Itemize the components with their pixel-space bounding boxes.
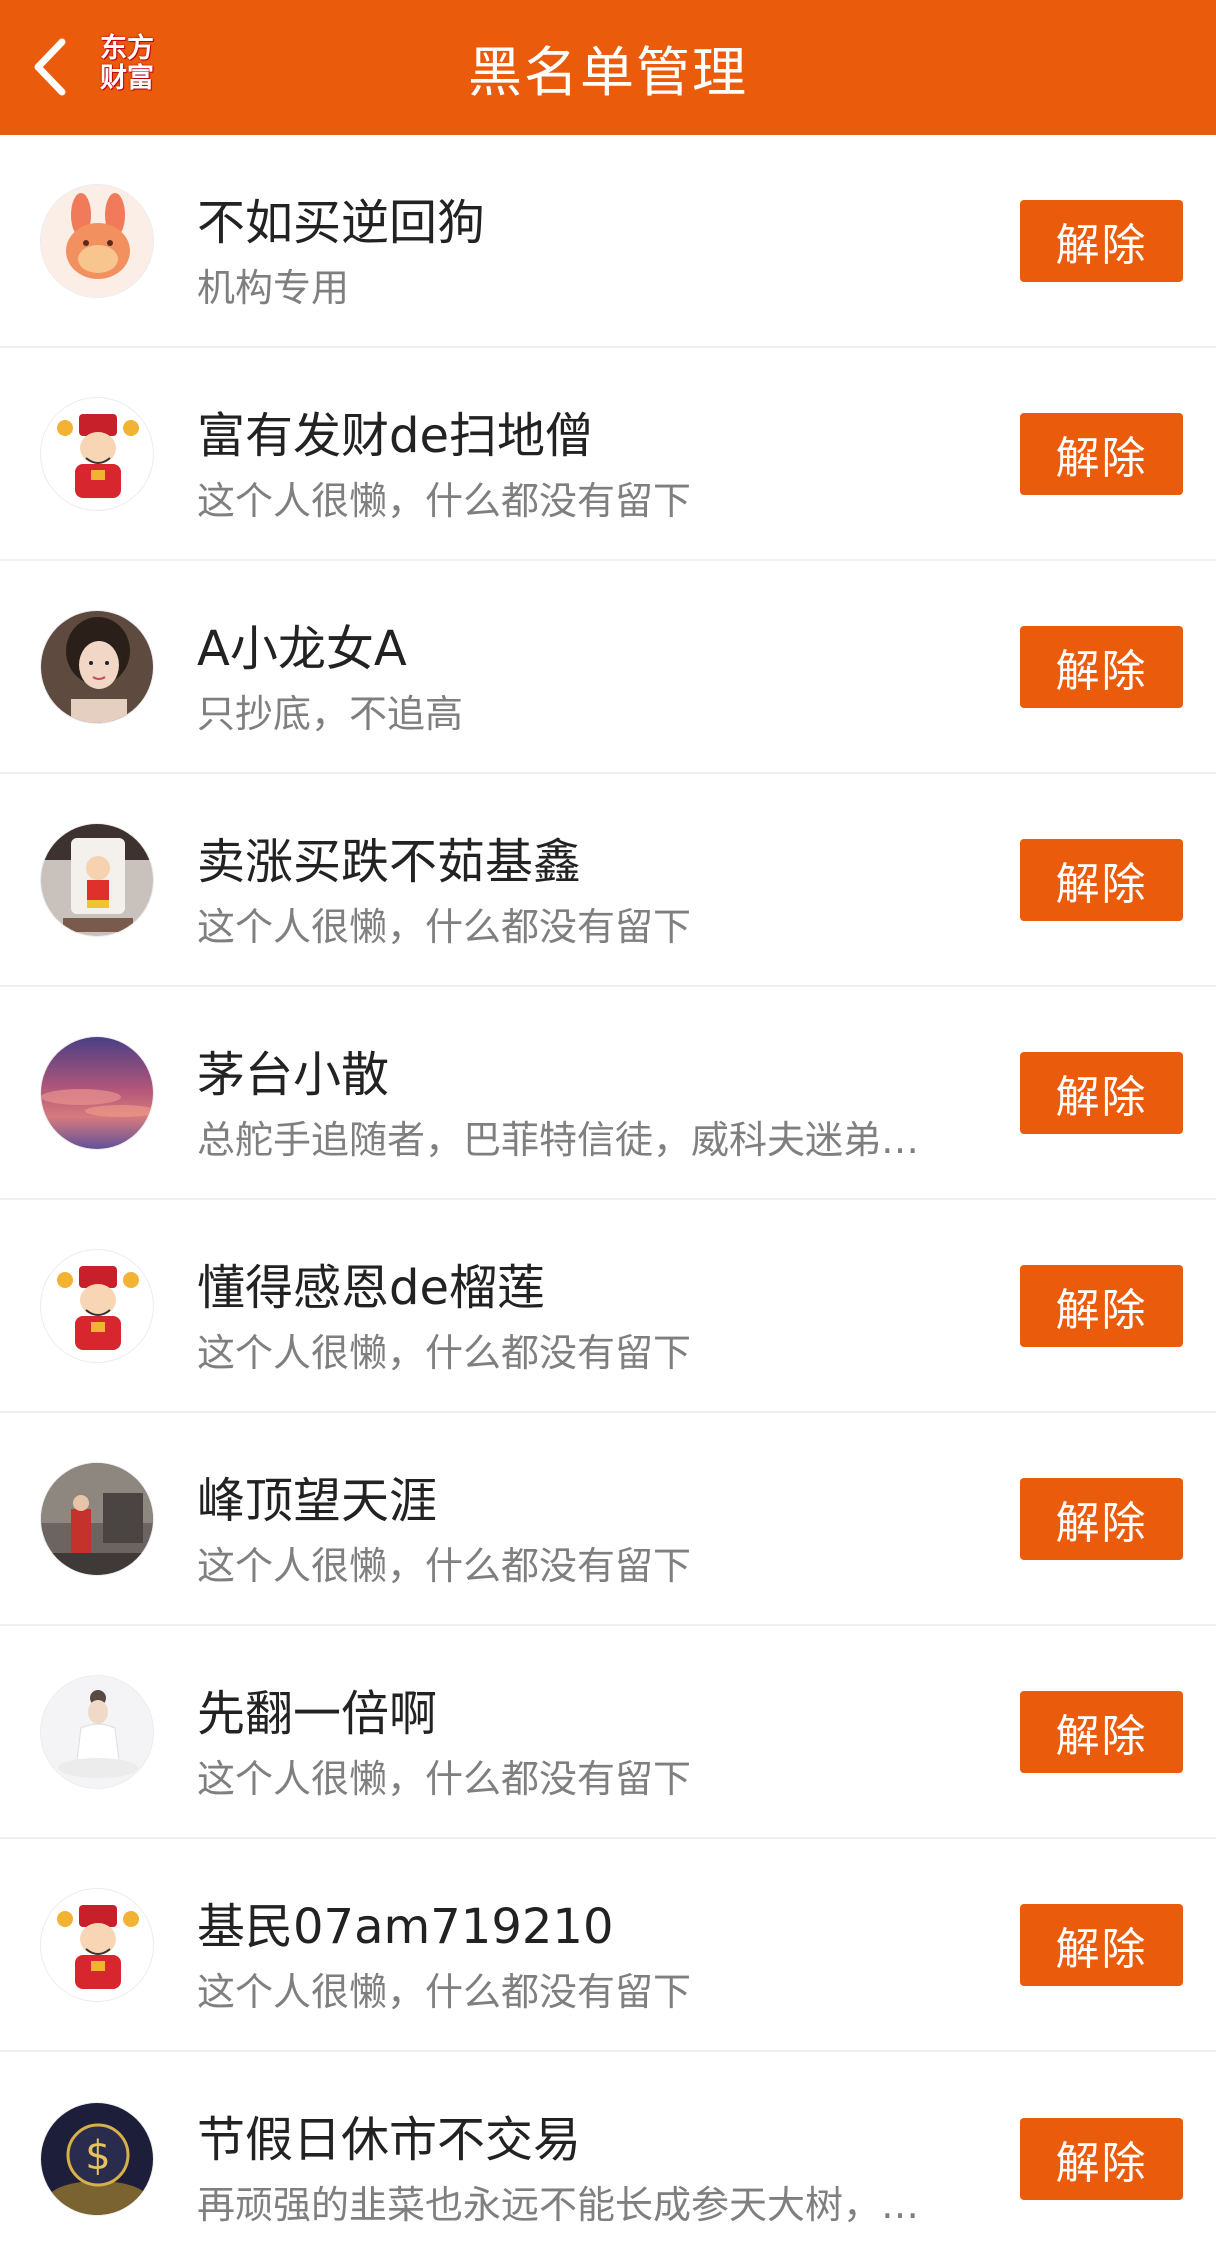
avatar[interactable] (40, 609, 154, 724)
user-bio: 这个人很懒，什么都没有留下 (197, 905, 692, 949)
list-item: 富有发财de扫地僧 这个人很懒，什么都没有留下 解除 (0, 348, 1216, 561)
meditation-avatar-icon (41, 1675, 153, 1788)
user-name: 节假日休市不交易 (197, 2112, 582, 2168)
avatar[interactable] (40, 1674, 154, 1789)
list-item: 先翻一倍啊 这个人很懒，什么都没有留下 解除 (0, 1626, 1216, 1839)
logo-line-1: 东方 (100, 33, 154, 64)
unblock-button[interactable]: 解除 (1020, 838, 1183, 921)
god-of-wealth-avatar-icon (41, 1888, 153, 2001)
list-item: 卖涨买跌不茹基鑫 这个人很懒，什么都没有留下 解除 (0, 774, 1216, 987)
back-button[interactable] (22, 30, 78, 104)
avatar[interactable] (40, 1461, 154, 1576)
user-name: 先翻一倍啊 (197, 1686, 438, 1742)
user-name: 富有发财de扫地僧 (197, 408, 594, 464)
user-name: 卖涨买跌不茹基鑫 (197, 834, 582, 890)
unblock-button[interactable]: 解除 (1020, 625, 1183, 708)
avatar[interactable] (40, 1035, 154, 1150)
user-name: 懂得感恩de榴莲 (197, 1260, 546, 1316)
cartoon-cup-avatar-icon (41, 823, 153, 936)
user-bio: 再顽强的韭菜也永远不能长成参天大树，… (197, 2183, 920, 2227)
blacklist: 不如买逆回狗 机构专用 解除 富有发财de扫地僧 这个人很懒，什么都没有留下 解… (0, 135, 1216, 2259)
dollar-sign-avatar-icon: $ (41, 2102, 153, 2215)
user-bio: 这个人很懒，什么都没有留下 (197, 1331, 692, 1375)
user-bio: 这个人很懒，什么都没有留下 (197, 479, 692, 523)
unblock-button[interactable]: 解除 (1020, 1264, 1183, 1347)
avatar[interactable] (40, 396, 154, 511)
svg-text:$: $ (85, 2133, 110, 2179)
list-item: 不如买逆回狗 机构专用 解除 (0, 135, 1216, 348)
user-bio: 这个人很懒，什么都没有留下 (197, 1757, 692, 1801)
avatar[interactable] (40, 822, 154, 937)
unblock-button[interactable]: 解除 (1020, 1690, 1183, 1773)
user-name: A小龙女A (197, 621, 407, 677)
street-photo-avatar-icon (41, 1462, 153, 1575)
god-of-wealth-avatar-icon (41, 397, 153, 510)
user-name: 基民07am719210 (197, 1899, 614, 1955)
user-name: 不如买逆回狗 (197, 195, 486, 251)
app-screen: 东方 财富 黑名单管理 不如买逆回狗 机构专用 解除 富有发财de扫地僧 这个人… (0, 0, 1216, 2259)
list-item: 峰顶望天涯 这个人很懒，什么都没有留下 解除 (0, 1413, 1216, 1626)
avatar[interactable] (40, 1248, 154, 1363)
brand-logo: 东方 财富 (92, 32, 162, 96)
unblock-button[interactable]: 解除 (1020, 1903, 1183, 1986)
unblock-button[interactable]: 解除 (1020, 2117, 1183, 2200)
user-bio: 机构专用 (197, 266, 350, 310)
avatar[interactable] (40, 183, 154, 298)
unblock-button[interactable]: 解除 (1020, 199, 1183, 282)
avatar[interactable] (40, 1887, 154, 2002)
chevron-left-icon (34, 38, 66, 96)
user-name: 峰顶望天涯 (197, 1473, 438, 1529)
unblock-button[interactable]: 解除 (1020, 1051, 1183, 1134)
user-bio: 这个人很懒，什么都没有留下 (197, 1544, 692, 1588)
avatar[interactable]: $ (40, 2101, 154, 2216)
logo-line-2: 财富 (100, 63, 154, 94)
sunset-sky-avatar-icon (41, 1036, 153, 1149)
list-item: 茅台小散 总舵手追随者，巴菲特信徒，威科夫迷弟… 解除 (0, 987, 1216, 1200)
user-bio: 只抄底，不追高 (197, 692, 464, 736)
list-item: A小龙女A 只抄底，不追高 解除 (0, 561, 1216, 774)
user-bio: 总舵手追随者，巴菲特信徒，威科夫迷弟… (197, 1118, 920, 1162)
unblock-button[interactable]: 解除 (1020, 412, 1183, 495)
header-bar: 东方 财富 黑名单管理 (0, 0, 1216, 135)
user-bio: 这个人很懒，什么都没有留下 (197, 1970, 692, 2014)
rabbit-avatar-icon (41, 184, 153, 297)
page-title: 黑名单管理 (468, 41, 748, 104)
list-item: 懂得感恩de榴莲 这个人很懒，什么都没有留下 解除 (0, 1200, 1216, 1413)
user-name: 茅台小散 (197, 1047, 390, 1103)
list-item: $ 节假日休市不交易 再顽强的韭菜也永远不能长成参天大树，… 解除 (0, 2052, 1216, 2259)
woman-photo-avatar-icon (41, 610, 153, 723)
unblock-button[interactable]: 解除 (1020, 1477, 1183, 1560)
god-of-wealth-avatar-icon (41, 1249, 153, 1362)
list-item: 基民07am719210 这个人很懒，什么都没有留下 解除 (0, 1839, 1216, 2052)
